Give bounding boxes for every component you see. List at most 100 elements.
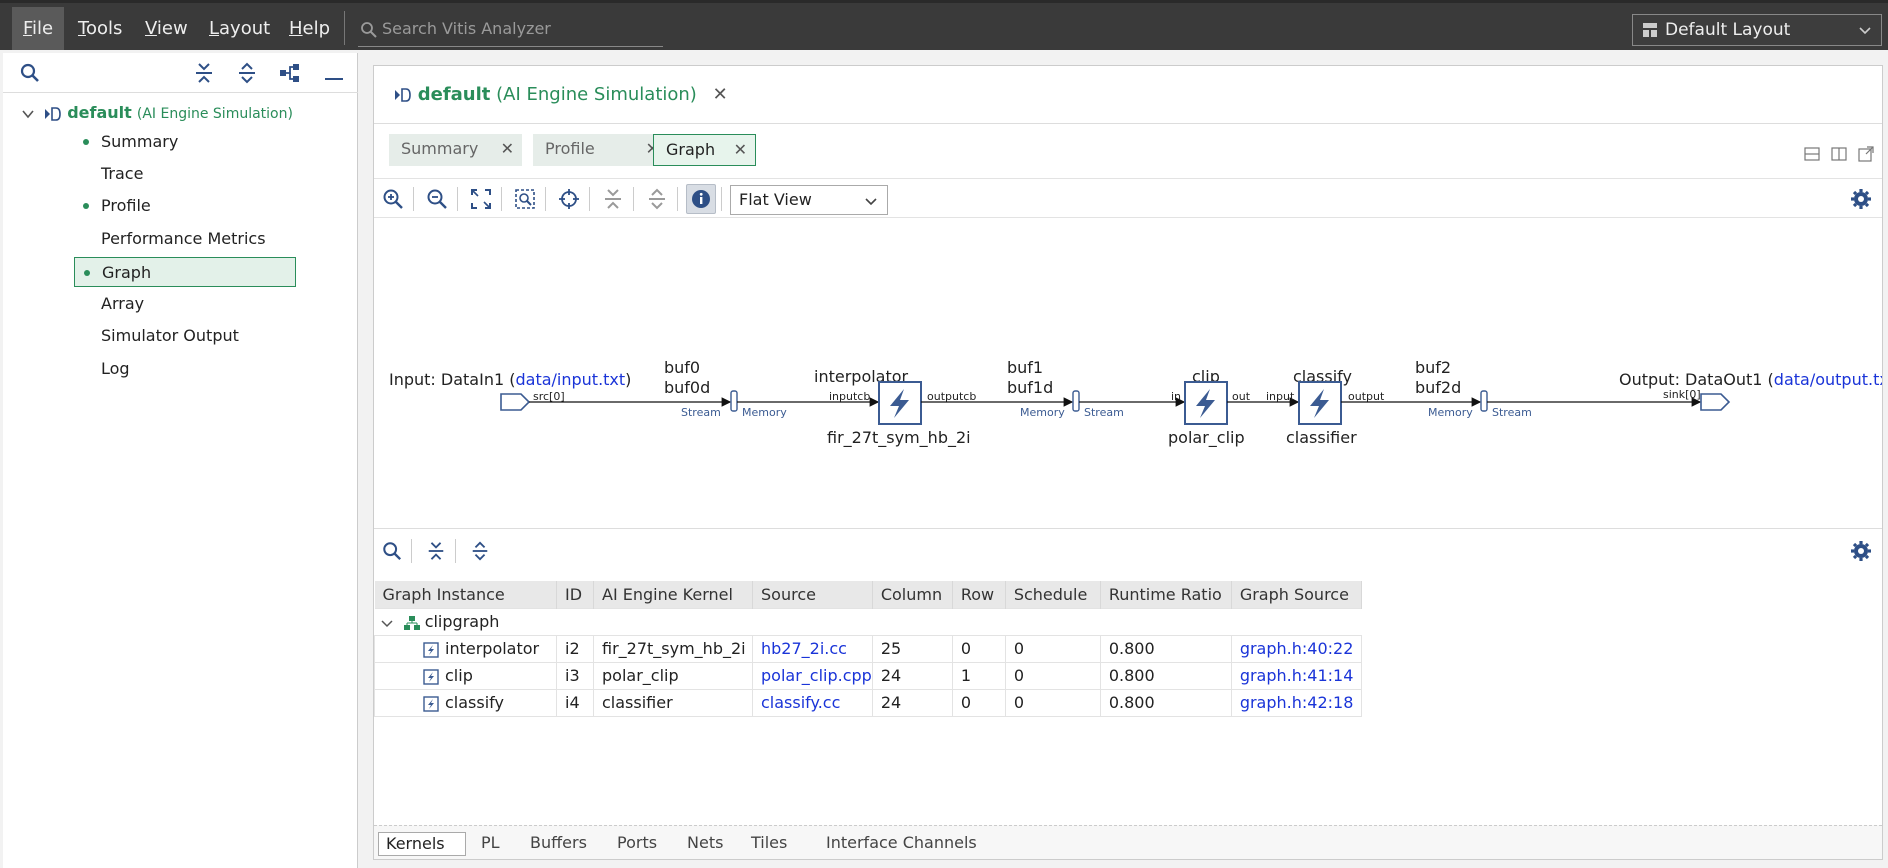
source-link[interactable]: classify.cc [752, 688, 873, 717]
tab-buffers[interactable]: Buffers [523, 832, 594, 856]
table-group-row[interactable]: clipgraph [374, 607, 1362, 636]
hierarchy-icon[interactable] [279, 62, 301, 84]
zoom-out-icon[interactable] [426, 188, 448, 210]
kernel-in-port: inputcb [829, 390, 870, 403]
tab-graph[interactable]: Graph ✕ [653, 134, 756, 166]
editor-title-subtitle: (AI Engine Simulation) [496, 84, 697, 105]
output-port-label: sink[0] [1663, 388, 1701, 401]
column-header[interactable]: AI Engine Kernel [593, 581, 753, 608]
column-header[interactable]: Row [952, 581, 1006, 608]
table-row[interactable]: clip i3 polar_clip polar_clip.cpp 24 1 0… [374, 661, 1362, 690]
tree-root-subtitle: (AI Engine Simulation) [136, 106, 293, 122]
menu-layout[interactable]: Layout [198, 7, 281, 50]
tab-interface-channels[interactable]: Interface Channels [819, 832, 984, 856]
graph-source-link[interactable]: graph.h:40:22 [1230, 634, 1362, 663]
tab-ports[interactable]: Ports [610, 832, 664, 856]
collapse-all-icon[interactable] [193, 62, 215, 84]
kernel-out-port: outputcb [927, 390, 976, 403]
tab-profile[interactable]: Profile ✕ [533, 134, 667, 166]
info-toggle-button[interactable] [686, 184, 716, 214]
tab-label: Summary [401, 139, 479, 158]
menu-file[interactable]: File [12, 7, 65, 50]
cell-kernel: polar_clip [593, 661, 753, 690]
zoom-in-icon[interactable] [382, 188, 404, 210]
nav-item-simulator-output[interactable]: Simulator Output [74, 321, 296, 351]
input-port-shape[interactable] [500, 393, 531, 411]
table-row[interactable]: classify i4 classifier classify.cc 24 0 … [374, 688, 1362, 717]
pop-out-icon[interactable] [1858, 146, 1874, 162]
search-icon[interactable] [382, 541, 402, 561]
source-link[interactable]: polar_clip.cpp [752, 661, 873, 690]
column-header[interactable]: Source [752, 581, 873, 608]
table-row[interactable]: interpolator i2 fir_27t_sym_hb_2i hb27_2… [374, 634, 1362, 663]
nav-item-graph[interactable]: Graph [74, 257, 296, 287]
menu-tools[interactable]: Tools [67, 7, 133, 50]
buffer-left-label: Stream [681, 406, 721, 419]
close-icon[interactable]: ✕ [501, 134, 514, 164]
nav-item-summary[interactable]: Summary [74, 127, 296, 157]
nav-item-label: Performance Metrics [101, 229, 266, 248]
graph-group-icon [403, 615, 420, 630]
tab-tiles[interactable]: Tiles [744, 832, 794, 856]
kernel-in-port: input [1266, 390, 1295, 403]
column-header[interactable]: ID [556, 581, 594, 608]
cell-schedule: 0 [1004, 634, 1101, 663]
split-vertical-icon[interactable] [1831, 146, 1847, 162]
buffer-shape[interactable] [1480, 390, 1488, 412]
layout-dropdown[interactable]: Default Layout [1632, 14, 1882, 46]
buffer-left-label: Memory [1428, 406, 1473, 419]
nav-item-array[interactable]: Array [74, 289, 296, 319]
menu-tools-label: ools [85, 18, 123, 39]
nav-item-performance-metrics[interactable]: Performance Metrics [74, 224, 296, 254]
nav-item-log[interactable]: Log [74, 354, 296, 384]
collapse-all-icon[interactable] [602, 188, 624, 210]
column-header[interactable]: Graph Source [1231, 581, 1362, 608]
output-port-shape[interactable] [1700, 393, 1731, 411]
zoom-selection-icon[interactable] [514, 188, 536, 210]
buffer-right-label: Stream [1492, 406, 1532, 419]
search-icon[interactable] [19, 62, 41, 84]
expand-all-icon[interactable] [470, 541, 490, 561]
close-icon[interactable]: ✕ [734, 135, 747, 165]
tab-nets[interactable]: Nets [680, 832, 730, 856]
fit-view-icon[interactable] [470, 188, 492, 210]
chevron-down-icon[interactable] [21, 107, 35, 121]
tab-pl[interactable]: PL [474, 832, 507, 856]
buffer-right-label: Stream [1084, 406, 1124, 419]
menu-layout-accel: L [209, 18, 220, 39]
expand-all-icon[interactable] [646, 188, 668, 210]
gear-icon[interactable] [1850, 188, 1872, 210]
cell-row: 0 [951, 634, 1006, 663]
menu-help[interactable]: Help [278, 7, 341, 50]
nav-item-profile[interactable]: Profile [74, 191, 296, 221]
crosshair-icon[interactable] [558, 188, 580, 210]
nav-item-trace[interactable]: Trace [74, 159, 296, 189]
graph-source-link[interactable]: graph.h:42:18 [1230, 688, 1362, 717]
column-header[interactable]: Graph Instance [374, 581, 557, 608]
column-header[interactable]: Schedule [1005, 581, 1101, 608]
graph-source-link[interactable]: graph.h:41:14 [1230, 661, 1362, 690]
cell-row: 1 [951, 661, 1006, 690]
search-input[interactable]: Search Vitis Analyzer [358, 15, 663, 47]
editor-title-tab[interactable]: default (AI Engine Simulation) ✕ [394, 80, 728, 110]
minimize-icon[interactable] [323, 62, 345, 84]
tree-root-default[interactable]: default (AI Engine Simulation) [21, 99, 293, 127]
column-header[interactable]: Runtime Ratio [1100, 581, 1232, 608]
source-link[interactable]: hb27_2i.cc [752, 634, 873, 663]
tab-kernels[interactable]: Kernels [378, 832, 466, 856]
column-header[interactable]: Column [872, 581, 953, 608]
buffer-shape[interactable] [1072, 390, 1080, 412]
cell-kernel: fir_27t_sym_hb_2i [593, 634, 753, 663]
split-horizontal-icon[interactable] [1804, 146, 1820, 162]
tab-summary[interactable]: Summary ✕ [389, 134, 522, 166]
menu-tools-accel: T [78, 18, 86, 39]
chevron-down-icon[interactable] [380, 617, 393, 629]
view-mode-select[interactable]: Flat View [730, 185, 888, 215]
gear-icon[interactable] [1850, 540, 1872, 562]
close-icon[interactable]: ✕ [713, 84, 728, 105]
menu-view[interactable]: View [134, 7, 199, 50]
collapse-all-icon[interactable] [426, 541, 446, 561]
buffer-shape[interactable] [730, 390, 738, 412]
expand-all-icon[interactable] [236, 62, 258, 84]
nav-item-label: Summary [101, 132, 179, 151]
